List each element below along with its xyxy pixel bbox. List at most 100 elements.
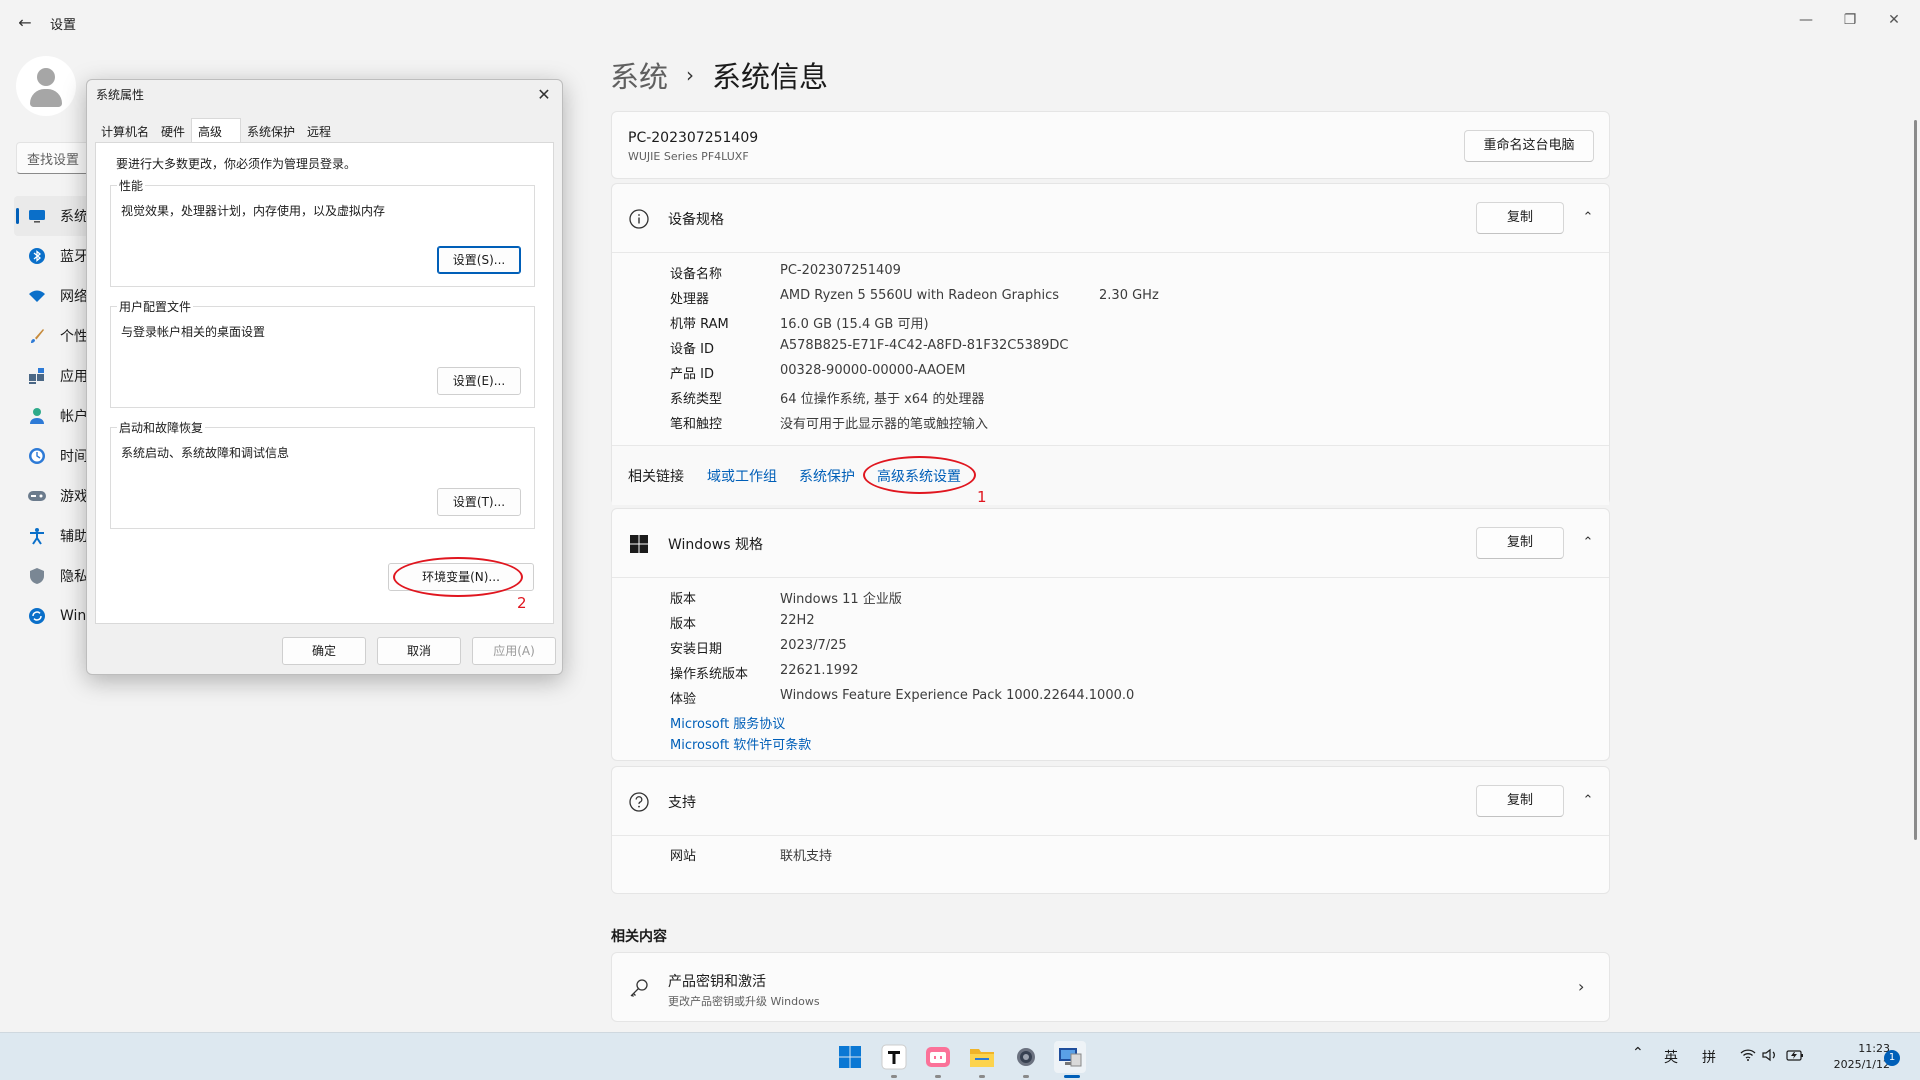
dialog-tabs: 计算机名 硬件 高级 系统保护 远程 bbox=[95, 118, 337, 142]
divider bbox=[612, 577, 1609, 578]
shield-icon bbox=[26, 565, 48, 587]
monitor-icon bbox=[26, 205, 48, 227]
group-desc: 视觉效果，处理器计划，内存使用，以及虚拟内存 bbox=[121, 204, 386, 218]
spec-row: 版本 Windows 11 企业版 bbox=[670, 588, 902, 613]
notification-badge[interactable]: 1 bbox=[1884, 1050, 1900, 1066]
annotation-ellipse-1 bbox=[863, 456, 976, 494]
spec-key: 机带 RAM bbox=[670, 317, 729, 332]
startup-recovery-settings-button[interactable]: 设置(T)... bbox=[437, 488, 521, 516]
performance-settings-button[interactable]: 设置(S)... bbox=[437, 246, 521, 274]
system-protection-link[interactable]: 系统保护 bbox=[799, 466, 855, 486]
windows-specs-card: Windows 规格 复制 ⌃ 版本 Windows 11 企业版 版本 22H… bbox=[611, 508, 1610, 761]
sidebar-item-label: 帐户 bbox=[60, 409, 88, 425]
tab-hardware[interactable]: 硬件 bbox=[155, 120, 191, 142]
spec-value: 64 位操作系统, 基于 x64 的处理器 bbox=[780, 392, 985, 407]
cancel-button[interactable]: 取消 bbox=[377, 637, 461, 665]
spec-key: 处理器 bbox=[670, 292, 710, 307]
spec-value: 2023/7/25 bbox=[780, 638, 847, 653]
apply-button[interactable]: 应用(A) bbox=[472, 637, 556, 665]
typora-icon[interactable] bbox=[878, 1041, 910, 1073]
volume-icon[interactable] bbox=[1762, 1048, 1778, 1066]
close-icon[interactable]: ✕ bbox=[533, 84, 555, 106]
file-explorer-icon[interactable] bbox=[966, 1041, 998, 1073]
ime-mode[interactable]: 拼 bbox=[1702, 1047, 1716, 1067]
tab-computer-name[interactable]: 计算机名 bbox=[95, 120, 155, 142]
microsoft-license-terms-link[interactable]: Microsoft 软件许可条款 bbox=[670, 734, 811, 759]
chevron-up-icon[interactable]: ⌃ bbox=[1578, 791, 1598, 811]
spec-row: 设备名称 PC-202307251409 bbox=[670, 263, 901, 288]
battery-icon[interactable] bbox=[1786, 1048, 1804, 1066]
device-specs-header[interactable]: 设备规格 复制 ⌃ bbox=[612, 184, 1611, 252]
tab-system-protection[interactable]: 系统保护 bbox=[241, 120, 301, 142]
related-links-row: 相关链接 域或工作组 系统保护 高级系统设置 bbox=[612, 445, 1609, 505]
system-properties-dialog: 系统属性 ✕ 计算机名 硬件 高级 系统保护 远程 要进行大多数更改，你必须作为… bbox=[86, 79, 563, 675]
divider bbox=[612, 252, 1609, 253]
bilibili-icon[interactable] bbox=[922, 1041, 954, 1073]
copy-device-specs-button[interactable]: 复制 bbox=[1476, 202, 1564, 234]
sidebar-item-label: 应用 bbox=[60, 369, 88, 385]
related-content-title: 相关内容 bbox=[611, 929, 667, 945]
chevron-right-icon: › bbox=[686, 63, 695, 87]
maximize-icon[interactable]: ❐ bbox=[1830, 6, 1870, 34]
sidebar-item-label: 隐私 bbox=[60, 569, 88, 585]
online-support-link[interactable]: 联机支持 bbox=[780, 845, 832, 870]
clock-icon bbox=[26, 445, 48, 467]
chevron-up-icon[interactable]: ⌃ bbox=[1632, 1045, 1644, 1061]
avatar[interactable] bbox=[16, 56, 76, 116]
input-language[interactable]: 英 bbox=[1664, 1047, 1678, 1067]
chevron-up-icon[interactable]: ⌃ bbox=[1578, 533, 1598, 553]
sidebar-item-label: 个性 bbox=[60, 329, 88, 345]
user-profiles-settings-button[interactable]: 设置(E)... bbox=[437, 367, 521, 395]
date: 2025/1/12 bbox=[1833, 1058, 1890, 1071]
spec-row: 处理器 AMD Ryzen 5 5560U with Radeon Graphi… bbox=[670, 288, 1159, 313]
group-title: 启动和故障恢复 bbox=[117, 419, 206, 436]
spec-row: 笔和触控 没有可用于此显示器的笔或触控输入 bbox=[670, 413, 988, 438]
spec-row: 网站 联机支持 bbox=[670, 845, 832, 870]
ok-button[interactable]: 确定 bbox=[282, 637, 366, 665]
system-properties-icon[interactable] bbox=[1054, 1041, 1086, 1073]
close-icon[interactable]: ✕ bbox=[1874, 6, 1914, 34]
key-icon bbox=[630, 979, 648, 997]
bluetooth-icon bbox=[26, 245, 48, 267]
spec-value: 22621.1992 bbox=[780, 663, 859, 678]
windows-logo-icon bbox=[630, 535, 648, 553]
back-arrow-icon[interactable]: ← bbox=[14, 12, 36, 34]
spec-row: 体验 Windows Feature Experience Pack 1000.… bbox=[670, 688, 1134, 713]
chevron-up-icon[interactable]: ⌃ bbox=[1578, 208, 1598, 228]
wifi-icon[interactable] bbox=[1740, 1049, 1756, 1065]
domain-workgroup-link[interactable]: 域或工作组 bbox=[707, 466, 777, 486]
pc-name: PC-202307251409 bbox=[628, 130, 759, 146]
chevron-right-icon: › bbox=[1578, 977, 1585, 996]
product-key-subtitle: 更改产品密钥或升级 Windows bbox=[668, 995, 820, 1008]
admin-note: 要进行大多数更改，你必须作为管理员登录。 bbox=[116, 157, 357, 171]
time: 11:23 bbox=[1858, 1042, 1890, 1055]
spec-value: 00328-90000-00000-AAOEM bbox=[780, 363, 966, 378]
breadcrumb-parent[interactable]: 系统 bbox=[610, 54, 668, 96]
spec-value: PC-202307251409 bbox=[780, 263, 901, 278]
page-title: 系统信息 bbox=[712, 60, 829, 94]
person-icon bbox=[26, 405, 48, 427]
tab-advanced[interactable]: 高级 bbox=[191, 118, 242, 142]
help-icon bbox=[629, 792, 649, 812]
rename-pc-button[interactable]: 重命名这台电脑 bbox=[1464, 130, 1594, 162]
spec-key: 产品 ID bbox=[670, 367, 714, 382]
accessibility-icon bbox=[26, 525, 48, 547]
spec-value: Windows Feature Experience Pack 1000.226… bbox=[780, 688, 1135, 703]
spec-key: 设备 ID bbox=[670, 342, 714, 357]
windows-specs-header[interactable]: Windows 规格 复制 ⌃ bbox=[612, 509, 1611, 577]
copy-support-button[interactable]: 复制 bbox=[1476, 785, 1564, 817]
spec-row: 系统类型 64 位操作系统, 基于 x64 的处理器 bbox=[670, 388, 984, 413]
windows-start-icon[interactable] bbox=[834, 1041, 866, 1073]
scrollbar[interactable] bbox=[1914, 120, 1917, 840]
settings-icon[interactable] bbox=[1010, 1041, 1042, 1073]
copy-windows-specs-button[interactable]: 复制 bbox=[1476, 527, 1564, 559]
support-header[interactable]: 支持 复制 ⌃ bbox=[612, 767, 1611, 835]
tab-remote[interactable]: 远程 bbox=[301, 120, 337, 142]
product-key-card[interactable]: 产品密钥和激活 更改产品密钥或升级 Windows › bbox=[611, 952, 1610, 1022]
clock[interactable]: 11:23 2025/1/12 bbox=[1810, 1041, 1890, 1073]
divider bbox=[612, 835, 1609, 836]
device-specs-card: 设备规格 复制 ⌃ 设备名称 PC-202307251409 处理器 AMD R… bbox=[611, 183, 1610, 505]
spec-key: 操作系统版本 bbox=[670, 667, 749, 682]
running-indicator bbox=[1023, 1075, 1029, 1078]
minimize-icon[interactable]: — bbox=[1786, 6, 1826, 34]
